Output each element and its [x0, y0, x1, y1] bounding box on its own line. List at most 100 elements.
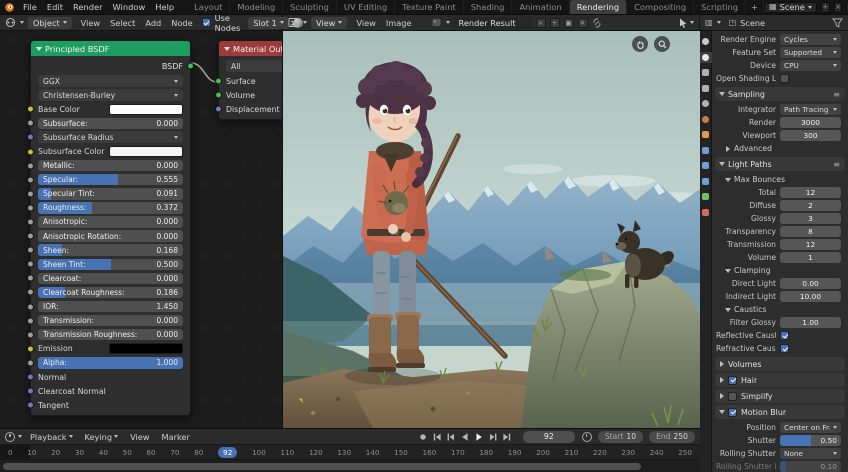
collapse-icon[interactable] [224, 46, 230, 51]
slider-shutter[interactable]: 0.50 [780, 435, 841, 446]
value-field-diffuse[interactable]: 2 [780, 200, 841, 211]
new-image-button[interactable]: + [549, 17, 560, 28]
menu-edit[interactable]: Edit [42, 0, 68, 14]
socket-vector-icon[interactable] [27, 387, 35, 395]
socket-float-icon[interactable] [27, 274, 35, 282]
dropdown-integrator[interactable]: Path Tracing [780, 104, 841, 115]
socket-float-icon[interactable] [27, 331, 35, 339]
checkbox-open-shading-language[interactable] [780, 74, 789, 83]
color-swatch[interactable] [109, 343, 183, 355]
disclosure-triangle-icon[interactable] [726, 145, 730, 152]
output-input-surface[interactable]: Surface [215, 74, 282, 88]
checkbox-hair[interactable] [728, 375, 737, 385]
bsdf-param-base-color[interactable]: Base Color [27, 102, 190, 116]
value-field-volume[interactable]: 1 [780, 252, 841, 263]
disclosure-triangle-icon[interactable] [719, 410, 725, 414]
socket-color-icon[interactable] [27, 105, 35, 113]
playhead[interactable]: 92 [218, 446, 238, 458]
properties-tab-output[interactable] [700, 67, 712, 78]
properties-tab-world[interactable] [700, 114, 712, 125]
color-swatch[interactable] [109, 146, 183, 158]
bsdf-param-alpha[interactable]: Alpha: 1.000 [27, 356, 190, 370]
tool-dropdown[interactable] [679, 18, 694, 28]
bsdf-param-anisotropic-rotation[interactable]: Anisotropic Rotation: 0.000 [27, 229, 190, 243]
properties-editor-icon[interactable]: ▥ [705, 18, 713, 27]
output-node-header[interactable]: Material Out [219, 41, 282, 56]
bsdf-slider-clearcoat[interactable]: Clearcoat: 0.000 [38, 272, 183, 285]
bsdf-slider-transmission-roughness[interactable]: Transmission Roughness: 0.000 [38, 328, 183, 341]
sub-clamping[interactable]: Clamping [712, 264, 848, 277]
properties-tab-physics[interactable] [700, 176, 712, 187]
presets-icon[interactable]: ≡ [833, 160, 840, 169]
properties-tab-object-data[interactable] [700, 191, 712, 202]
timeline-editor-icon[interactable] [5, 431, 15, 442]
socket-float-icon[interactable] [27, 260, 35, 268]
section-light-paths[interactable]: Light Paths ≡ [715, 157, 845, 171]
value-field-filter-glossy[interactable]: 1.00 [780, 317, 841, 328]
checkbox-reflective-caustics[interactable] [780, 331, 789, 340]
properties-tab-particles[interactable] [700, 160, 712, 171]
bsdf-param-clearcoat-normal[interactable]: Clearcoat Normal [27, 384, 190, 398]
value-field-glossy[interactable]: 3 [780, 213, 841, 224]
shader-node-editor[interactable]: Principled BSDF BSDF GGX Christensen-Burl… [0, 31, 283, 428]
value-field-viewport[interactable]: 300 [780, 130, 841, 141]
bsdf-param-subsurface-radius[interactable]: Subsurface Radius [27, 130, 190, 144]
record-button[interactable] [417, 431, 430, 443]
properties-tab-material[interactable] [700, 207, 712, 218]
timeline-scrollbar[interactable] [0, 460, 700, 472]
socket-float-icon[interactable] [27, 246, 35, 254]
socket-float-icon[interactable] [27, 176, 35, 184]
bsdf-slider-metallic[interactable]: Metallic: 0.000 [38, 159, 183, 172]
bsdf-slider-anisotropic-rotation[interactable]: Anisotropic Rotation: 0.000 [38, 230, 183, 242]
add-workspace-button[interactable]: + [746, 0, 764, 14]
bsdf-param-tangent[interactable]: Tangent [27, 398, 190, 412]
output-target-dropdown[interactable]: All [226, 60, 282, 72]
bsdf-param-specular-tint[interactable]: Specular Tint: 0.091 [27, 187, 190, 201]
timeline-menu-marker[interactable]: Marker [157, 430, 195, 444]
socket-vector-icon[interactable] [27, 133, 35, 141]
bsdf-param-metallic[interactable]: Metallic: 0.000 [27, 159, 190, 173]
socket-float-icon[interactable] [27, 232, 35, 240]
bsdf-dropdown-christensen-burley[interactable]: Christensen-Burley [38, 89, 183, 102]
jump-end-button[interactable] [501, 431, 514, 443]
image-name-field[interactable]: Render Result [453, 16, 532, 29]
play-button[interactable] [473, 431, 486, 443]
bsdf-param-sheen[interactable]: Sheen: 0.168 [27, 243, 190, 257]
socket-vector-icon[interactable] [27, 401, 35, 409]
bsdf-param-emission[interactable]: Emission [27, 342, 190, 356]
display-view-dropdown[interactable]: View [311, 16, 348, 29]
bsdf-param-sheen-tint[interactable]: Sheen Tint: 0.500 [27, 257, 190, 271]
properties-tab-view-layer[interactable] [700, 83, 712, 94]
render-result-view[interactable] [283, 31, 700, 428]
value-field-transmission[interactable]: 12 [780, 239, 841, 250]
menu-render[interactable]: Render [68, 0, 108, 14]
bsdf-slider-transmission[interactable]: Transmission: 0.000 [38, 314, 183, 327]
bsdf-param-subsurface-color[interactable]: Subsurface Color [27, 144, 190, 158]
socket-float-icon[interactable] [27, 218, 35, 226]
checkbox-motion-blur[interactable] [728, 407, 737, 417]
image-menu-image[interactable]: Image [381, 16, 417, 30]
dropdown-device[interactable]: CPU [780, 60, 841, 71]
bsdf-slider-sheen-tint[interactable]: Sheen Tint: 0.500 [38, 258, 183, 271]
bsdf-param-anisotropic[interactable]: Anisotropic: 0.000 [27, 215, 190, 229]
properties-tab-scene[interactable] [700, 98, 712, 109]
presets-icon[interactable]: ≡ [833, 90, 840, 99]
close-image-button[interactable]: × [535, 17, 546, 28]
unlink-image-button[interactable]: ✕ [577, 17, 588, 28]
socket-shader-icon[interactable] [215, 77, 223, 85]
section-volumes[interactable]: Volumes [715, 357, 845, 371]
material-output-node[interactable]: Material Out All Surface Volume Displaceme… [215, 40, 282, 121]
end-frame-field[interactable]: End 250 [649, 430, 695, 443]
timeline-ruler[interactable]: 0 10 20 30 40 50 60 70 80 92 100 110 120 130 140 150 160… [0, 445, 700, 460]
bsdf-slider-alpha[interactable]: Alpha: 1.000 [38, 357, 183, 369]
socket-float-icon[interactable] [27, 359, 35, 367]
prev-keyframe-button[interactable] [445, 431, 458, 443]
timeline-menu-playback[interactable]: Playback [25, 430, 78, 444]
bsdf-param-normal[interactable]: Normal [27, 370, 190, 384]
section-sampling[interactable]: Sampling ≡ [715, 87, 845, 101]
shader-menu-view[interactable]: View [76, 16, 105, 30]
bsdf-vector-dropdown-subsurface-radius[interactable]: Subsurface Radius [38, 131, 183, 144]
workspace-tab-rendering[interactable]: Rendering [569, 0, 628, 14]
socket-color-icon[interactable] [27, 345, 35, 353]
checkbox-refractive-caustics[interactable] [780, 344, 789, 353]
